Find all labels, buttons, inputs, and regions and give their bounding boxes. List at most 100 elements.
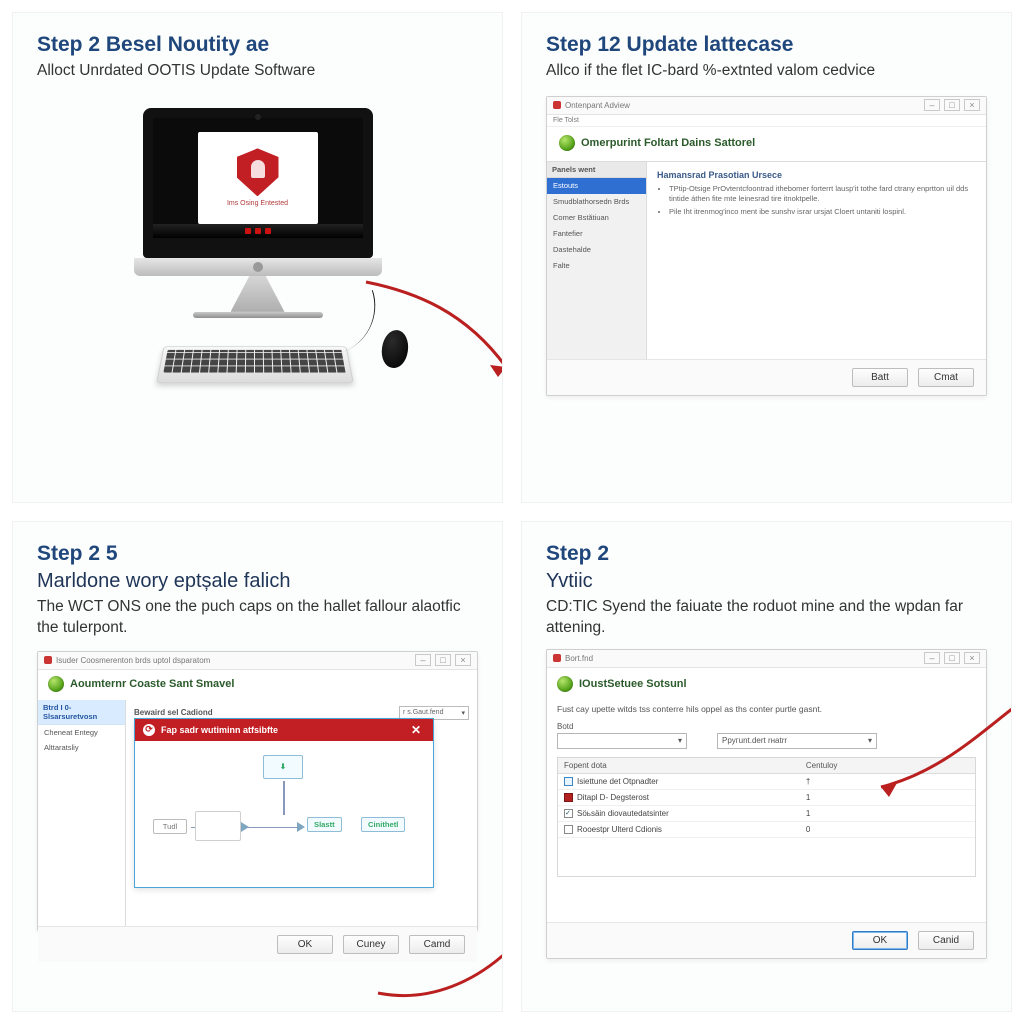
step-subtitle: Marldone wory eptșale falich	[37, 570, 478, 593]
maximize-button[interactable]: □	[944, 99, 960, 111]
monitor-caption: Ims Osing Entested	[227, 200, 288, 207]
flow-diagram: ⬇ Tudl Slastt Cinithetl	[135, 741, 433, 887]
sidebar-item[interactable]: Dastehalde	[547, 242, 646, 258]
table-row[interactable]: Isiettune det Otpnadter †	[558, 774, 975, 790]
combo-box[interactable]: Pругunt.dert rнatrr ▾	[717, 733, 877, 749]
intro-text: Fust cay upette witds tss conterre hils …	[557, 704, 976, 714]
orb-icon	[48, 676, 64, 692]
chevron-down-icon: ▾	[678, 736, 682, 745]
cancel-button[interactable]: Cuney	[343, 935, 399, 954]
sidebar-header: Panels went	[547, 162, 646, 178]
checkbox[interactable]	[564, 793, 573, 802]
sidebar: Panels went Estouts Smudblathorsedn Brds…	[547, 162, 647, 359]
window-footer: OK Canid	[547, 922, 986, 958]
minimize-button[interactable]: –	[924, 99, 940, 111]
window-controls: – □ ×	[924, 652, 980, 664]
shield-icon	[237, 148, 279, 196]
table-row[interactable]: Söьsäin diovautedatsinter 1	[558, 806, 975, 822]
computer-illustration: Ims Osing Entested	[37, 108, 478, 388]
close-icon[interactable]: ✕	[407, 722, 425, 738]
cancel-button[interactable]: Cmat	[918, 368, 974, 387]
content-bullet: Pile Iht itrenmog'inco ment ibe sunshv i…	[669, 207, 976, 217]
window-titlebar[interactable]: Bort.fnd – □ ×	[547, 650, 986, 668]
chevron-down-icon: ▾	[868, 736, 872, 745]
step-panel-2: Step 2 Besel Noutity ae Alloct Unrdated …	[12, 12, 503, 503]
window-controls: – □ ×	[924, 99, 980, 111]
content-title: Hamansrad Prasotian Ursece	[657, 170, 976, 180]
sidebar-item[interactable]: Smudblathorsedn Brds	[547, 194, 646, 210]
monitor-stand	[231, 276, 285, 312]
sidebar-header: Btrd I 0-Slsarsuretvosn	[38, 700, 125, 725]
step-panel-2b: Step 2 Yvtiic CD:TIC Syend the faiuate t…	[521, 521, 1012, 1012]
close-button[interactable]: ×	[455, 654, 471, 666]
monitor: Ims Osing Entested	[143, 108, 373, 258]
data-table: Fopent dota Centuloy Isiettune det Otpna…	[557, 757, 976, 877]
config-window: Isuder Coosmerenton brds uptol dsparatom…	[37, 651, 478, 931]
th[interactable]: Centuloy	[800, 758, 975, 773]
heading-text: Aoumternr Coaste Sant Smavel	[70, 678, 234, 690]
checkbox[interactable]	[564, 825, 573, 834]
dialog-header[interactable]: ⟳ Fap sadr wutiminn atfsibfte ✕	[135, 719, 433, 741]
step-subtitle: Yvtiic	[546, 570, 987, 593]
minimize-button[interactable]: –	[415, 654, 431, 666]
heading-text: IOustSetuee Sotsunl	[579, 678, 687, 690]
maximize-button[interactable]: □	[435, 654, 451, 666]
cancel-button[interactable]: Canid	[918, 931, 974, 950]
combo-box[interactable]: ▾	[557, 733, 687, 749]
sidebar-item[interactable]: Cheneat Entegy	[38, 725, 125, 740]
combo-value: Pругunt.dert rнatrr	[722, 736, 787, 745]
table-row[interactable]: Rooestpr Ulterd Cdionis 0	[558, 822, 975, 838]
step-subtitle: Alloct Unrdated OOTIS Update Software	[37, 61, 478, 82]
checkbox[interactable]	[564, 809, 573, 818]
flow-node-mid[interactable]: Slastt	[307, 817, 342, 832]
minimize-button[interactable]: –	[924, 652, 940, 664]
orb-icon	[557, 676, 573, 692]
back-button[interactable]: Batt	[852, 368, 908, 387]
table-row[interactable]: Ditapl D- Degsterost 1	[558, 790, 975, 806]
window-heading: Aoumternr Coaste Sant Smavel	[48, 676, 467, 692]
close-button[interactable]: ×	[964, 99, 980, 111]
content-bullet: TPtip-Otsige PrOvtentcfoontrad ithebomer…	[669, 184, 976, 204]
window-controls: – □ ×	[415, 654, 471, 666]
ok-button[interactable]: OK	[852, 931, 908, 950]
window-heading: Omerpurint Foltart Dains Sattorel	[559, 135, 974, 151]
menu-bar[interactable]: Fle Tolst	[547, 115, 986, 127]
checkbox[interactable]	[564, 777, 573, 786]
sidebar-item[interactable]: Fantefier	[547, 226, 646, 242]
sidebar: Btrd I 0-Slsarsuretvosn Cheneat Entegy A…	[38, 700, 126, 926]
dialog-title: Fap sadr wutiminn atfsibfte	[161, 725, 278, 735]
app-icon	[553, 101, 561, 109]
maximize-button[interactable]: □	[944, 652, 960, 664]
peripherals	[108, 324, 408, 388]
ok-button[interactable]: OK	[277, 935, 333, 954]
window-title: Ontenpant Adview	[565, 101, 630, 110]
sidebar-item[interactable]: Falte	[547, 258, 646, 274]
combo-label: Botd	[557, 722, 687, 731]
error-dialog: ⟳ Fap sadr wutiminn atfsibfte ✕ ⬇ Tudl S…	[134, 718, 434, 888]
sidebar-item[interactable]: Estouts	[547, 178, 646, 194]
th[interactable]: Fopent dota	[558, 758, 800, 773]
sidebar-item[interactable]: Alttaratsliy	[38, 740, 125, 755]
flow-node-right[interactable]: Cinithetl	[361, 817, 405, 832]
sidebar-item[interactable]: Comer Bstătiuan	[547, 210, 646, 226]
step-title: Step 2 5	[37, 542, 478, 566]
cancel2-button[interactable]: Camd	[409, 935, 465, 954]
combo-value: r s.Gaut.fend	[403, 709, 443, 716]
flow-node-download: ⬇	[263, 755, 303, 779]
window-main: Panels went Estouts Smudblathorsedn Brds…	[547, 161, 986, 359]
table-header: Fopent dota Centuloy	[558, 758, 975, 774]
step-panel-12: Step 12 Update lattecase Allco if the fl…	[521, 12, 1012, 503]
window-titlebar[interactable]: Ontenpant Adview – □ ×	[547, 97, 986, 115]
monitor-window: Ims Osing Entested	[198, 132, 318, 224]
step-title: Step 12 Update lattecase	[546, 33, 987, 57]
step-description: The WCT ONS one the puch caps on the hal…	[37, 597, 478, 639]
content-pane: Hamansrad Prasotian Ursece TPtip-Otsige …	[647, 162, 986, 359]
heading-text: Omerpurint Foltart Dains Sattorel	[581, 137, 755, 149]
step-description: CD:TIC Syend the faiuate the roduot mine…	[546, 597, 987, 639]
window-titlebar[interactable]: Isuder Coosmerenton brds uptol dsparatom…	[38, 652, 477, 670]
step-title: Step 2 Besel Noutity ae	[37, 33, 478, 57]
step-title: Step 2	[546, 542, 987, 566]
window-heading: IOustSetuee Sotsunl	[557, 676, 976, 692]
flow-node-box	[195, 811, 241, 841]
close-button[interactable]: ×	[964, 652, 980, 664]
